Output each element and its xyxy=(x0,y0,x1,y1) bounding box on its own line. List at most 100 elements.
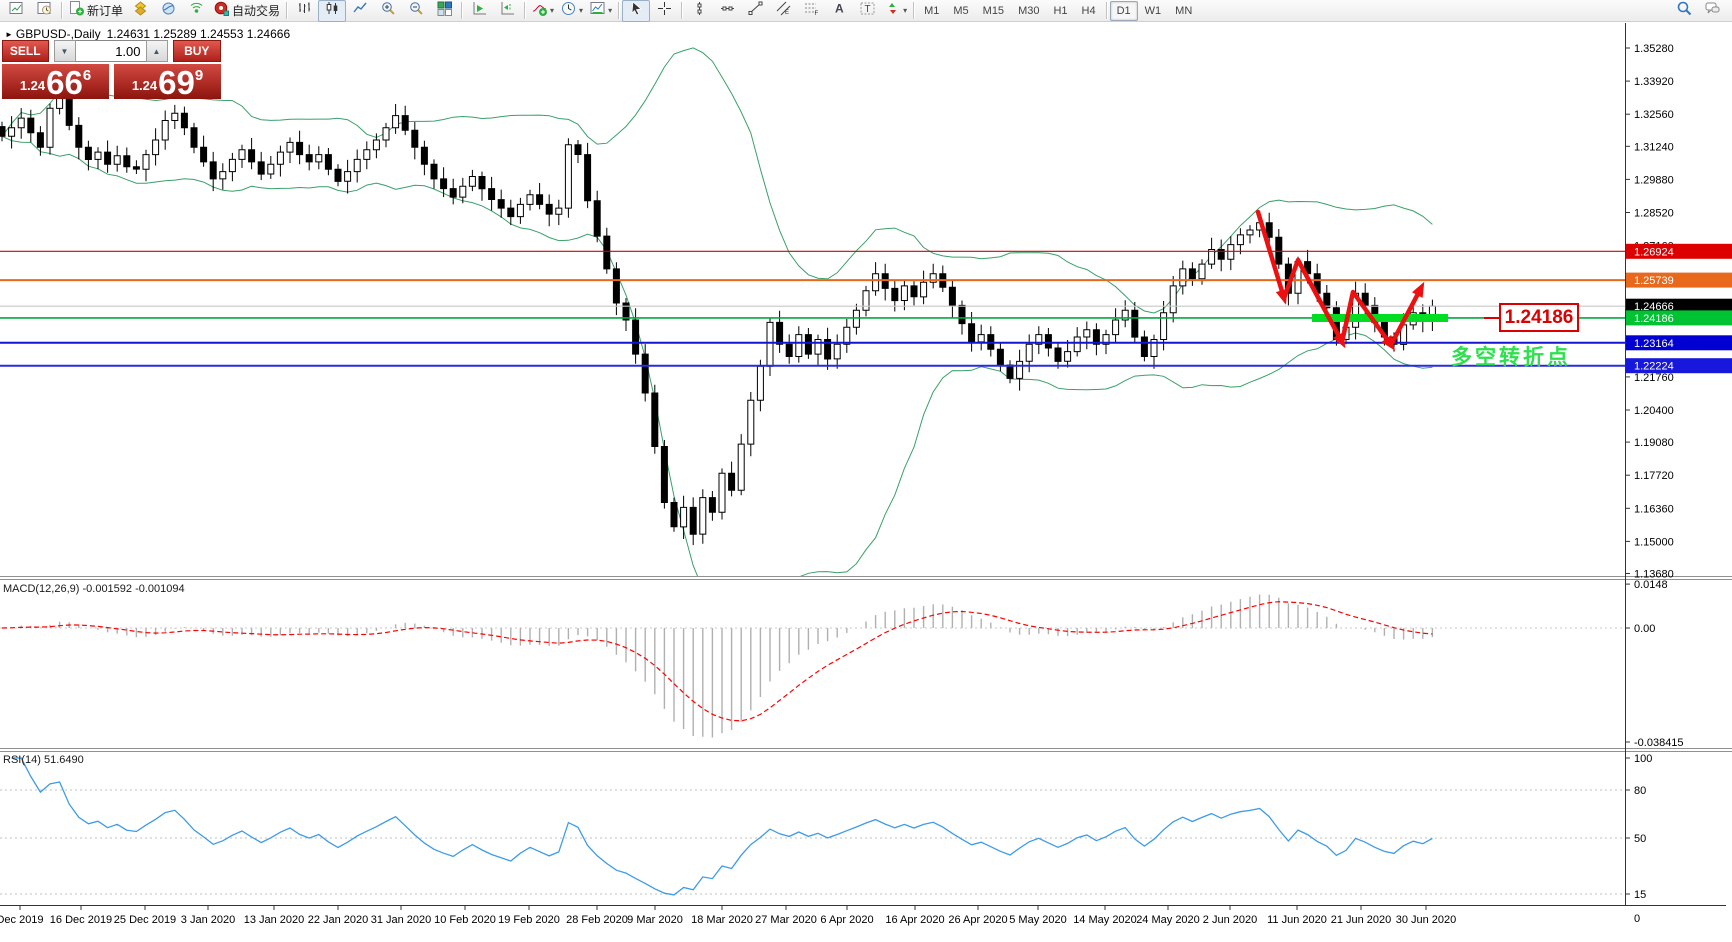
svg-text:31 Jan 2020: 31 Jan 2020 xyxy=(371,914,432,926)
svg-text:1.24186: 1.24186 xyxy=(1634,313,1674,325)
zoom-out-button[interactable] xyxy=(402,0,430,22)
svg-text:F: F xyxy=(814,11,818,17)
fibonacci-tool-button[interactable]: F xyxy=(797,0,825,22)
chart-shift-button[interactable] xyxy=(493,0,521,22)
signals-button[interactable] xyxy=(182,0,210,22)
volume-input[interactable] xyxy=(75,40,146,62)
channel-tool-button[interactable]: E xyxy=(769,0,797,22)
sell-price-display[interactable]: 1.24 66 6 xyxy=(2,64,109,99)
trendline-tool-button[interactable] xyxy=(741,0,769,22)
volume-increase-button[interactable]: ▲ xyxy=(145,40,168,62)
line-chart-button[interactable] xyxy=(346,0,374,22)
price-chart-svg[interactable]: 1.35280 1.33920 1.32560 1.31240 1.29880 … xyxy=(0,0,1732,942)
pane-separators[interactable] xyxy=(0,576,1732,752)
hline-tool-button[interactable] xyxy=(713,0,741,22)
search-icon xyxy=(1676,0,1693,22)
price-level-text-box[interactable]: 1.24186 xyxy=(1499,303,1579,332)
market-watch-icon xyxy=(160,0,177,22)
sell-button[interactable]: SELL xyxy=(2,40,49,62)
svg-text:1.35280: 1.35280 xyxy=(1634,43,1674,55)
vline-icon xyxy=(691,0,708,22)
chevron-down-icon: ▾ xyxy=(903,6,908,15)
toolbar-separator xyxy=(286,2,288,19)
trendline-icon xyxy=(747,0,764,22)
indicators-icon xyxy=(531,0,548,22)
buy-button[interactable]: BUY xyxy=(172,40,221,62)
arrows-tool-button[interactable]: ▾ xyxy=(881,0,910,22)
svg-text:28 Feb 2020: 28 Feb 2020 xyxy=(566,914,628,926)
svg-text:18 Mar 2020: 18 Mar 2020 xyxy=(691,914,753,926)
zoom-out-icon xyxy=(408,0,425,22)
rsi-indicator xyxy=(0,757,1625,896)
macd-indicator xyxy=(0,594,1625,738)
search-button[interactable] xyxy=(1670,0,1698,22)
svg-text:1.26924: 1.26924 xyxy=(1634,246,1674,258)
timeframe-m1-button[interactable]: M1 xyxy=(917,1,946,21)
svg-text:3 Jan 2020: 3 Jan 2020 xyxy=(181,914,235,926)
trend-zigzag-arrows[interactable] xyxy=(1255,209,1425,351)
chat-button[interactable] xyxy=(1698,0,1726,22)
bar-chart-icon xyxy=(296,0,313,22)
cursor-icon xyxy=(628,0,645,22)
volume-stepper: ▼ ▲ xyxy=(53,40,168,62)
text-tool-button[interactable]: A xyxy=(825,0,853,22)
templates-button[interactable]: ▾ xyxy=(586,0,615,22)
new-chart-button[interactable] xyxy=(2,0,30,22)
svg-text:1.17720: 1.17720 xyxy=(1634,470,1674,482)
autotrade-button[interactable]: 自动交易 xyxy=(210,0,283,22)
autotrade-icon xyxy=(213,0,230,22)
volume-decrease-button[interactable]: ▼ xyxy=(53,40,76,62)
svg-text:16 Apr 2020: 16 Apr 2020 xyxy=(885,914,944,926)
rsi-axis: 100 80 50 15 0 xyxy=(1625,753,1652,925)
vline-tool-button[interactable] xyxy=(685,0,713,22)
market-watch-button[interactable] xyxy=(154,0,182,22)
svg-text:25 Dec 2019: 25 Dec 2019 xyxy=(114,914,176,926)
auto-scroll-button[interactable] xyxy=(465,0,493,22)
new-order-button[interactable]: 新订单 xyxy=(65,0,126,22)
chart-marker-icon: ► xyxy=(5,30,13,39)
quotes-icon xyxy=(132,0,149,22)
svg-text:30 Jun 2020: 30 Jun 2020 xyxy=(1396,914,1457,926)
svg-text:21 Jun 2020: 21 Jun 2020 xyxy=(1331,914,1392,926)
chevron-down-icon: ▾ xyxy=(579,6,584,15)
buy-price-sup: 9 xyxy=(194,67,204,84)
timeframe-h4-button[interactable]: H4 xyxy=(1075,1,1103,21)
svg-text:1.22224: 1.22224 xyxy=(1634,361,1674,373)
history-center-button[interactable] xyxy=(30,0,58,22)
price-level-tags: 1.26924 1.25739 1.24666 1.24186 1.23164 … xyxy=(1626,243,1732,374)
periods-button[interactable]: ▾ xyxy=(557,0,586,22)
quotes-button[interactable] xyxy=(126,0,154,22)
timeframe-mn-button[interactable]: MN xyxy=(1168,1,1199,21)
svg-text:1.28520: 1.28520 xyxy=(1634,208,1674,220)
timeframe-w1-button[interactable]: W1 xyxy=(1138,1,1169,21)
timeframe-d1-button[interactable]: D1 xyxy=(1109,0,1138,21)
new-order-icon xyxy=(68,0,85,22)
time-axis[interactable]: Dec 2019 16 Dec 2019 25 Dec 2019 3 Jan 2… xyxy=(0,905,1456,926)
mt4-window: 新订单 自动交易 ▾ ▾ ▾ E F A T ▾ M1 M5 M15 M30 H1 H4 D1 W1 MN 1.35… xyxy=(0,0,1732,942)
svg-text:1.33920: 1.33920 xyxy=(1634,76,1674,88)
svg-text:1.29880: 1.29880 xyxy=(1634,174,1674,186)
indicators-button[interactable]: ▾ xyxy=(528,0,557,22)
crosshair-button[interactable] xyxy=(650,0,678,22)
svg-text:A: A xyxy=(835,1,844,15)
zoom-in-button[interactable] xyxy=(374,0,402,22)
svg-text:0: 0 xyxy=(1634,913,1640,925)
timeframe-m5-button[interactable]: M5 xyxy=(946,1,975,21)
candle-chart-button[interactable] xyxy=(318,0,347,22)
timeframe-m15-button[interactable]: M15 xyxy=(976,1,1011,21)
cursor-button[interactable] xyxy=(622,0,651,22)
svg-text:0.0148: 0.0148 xyxy=(1634,579,1668,591)
svg-text:1.19080: 1.19080 xyxy=(1634,437,1674,449)
turning-point-annotation[interactable]: 多空转折点 xyxy=(1451,341,1571,371)
chevron-down-icon: ▾ xyxy=(550,6,555,15)
chart-canvas[interactable]: 1.35280 1.33920 1.32560 1.31240 1.29880 … xyxy=(0,0,1732,942)
price-level-lines[interactable] xyxy=(0,250,1625,367)
tile-windows-button[interactable] xyxy=(430,0,458,22)
timeframe-h1-button[interactable]: H1 xyxy=(1046,1,1074,21)
svg-text:13 Jan 2020: 13 Jan 2020 xyxy=(244,914,305,926)
bar-chart-button[interactable] xyxy=(290,0,318,22)
text-label-tool-button[interactable]: T xyxy=(853,0,881,22)
buy-price-display[interactable]: 1.24 69 9 xyxy=(114,64,221,99)
signals-icon xyxy=(188,0,205,22)
timeframe-m30-button[interactable]: M30 xyxy=(1011,1,1046,21)
